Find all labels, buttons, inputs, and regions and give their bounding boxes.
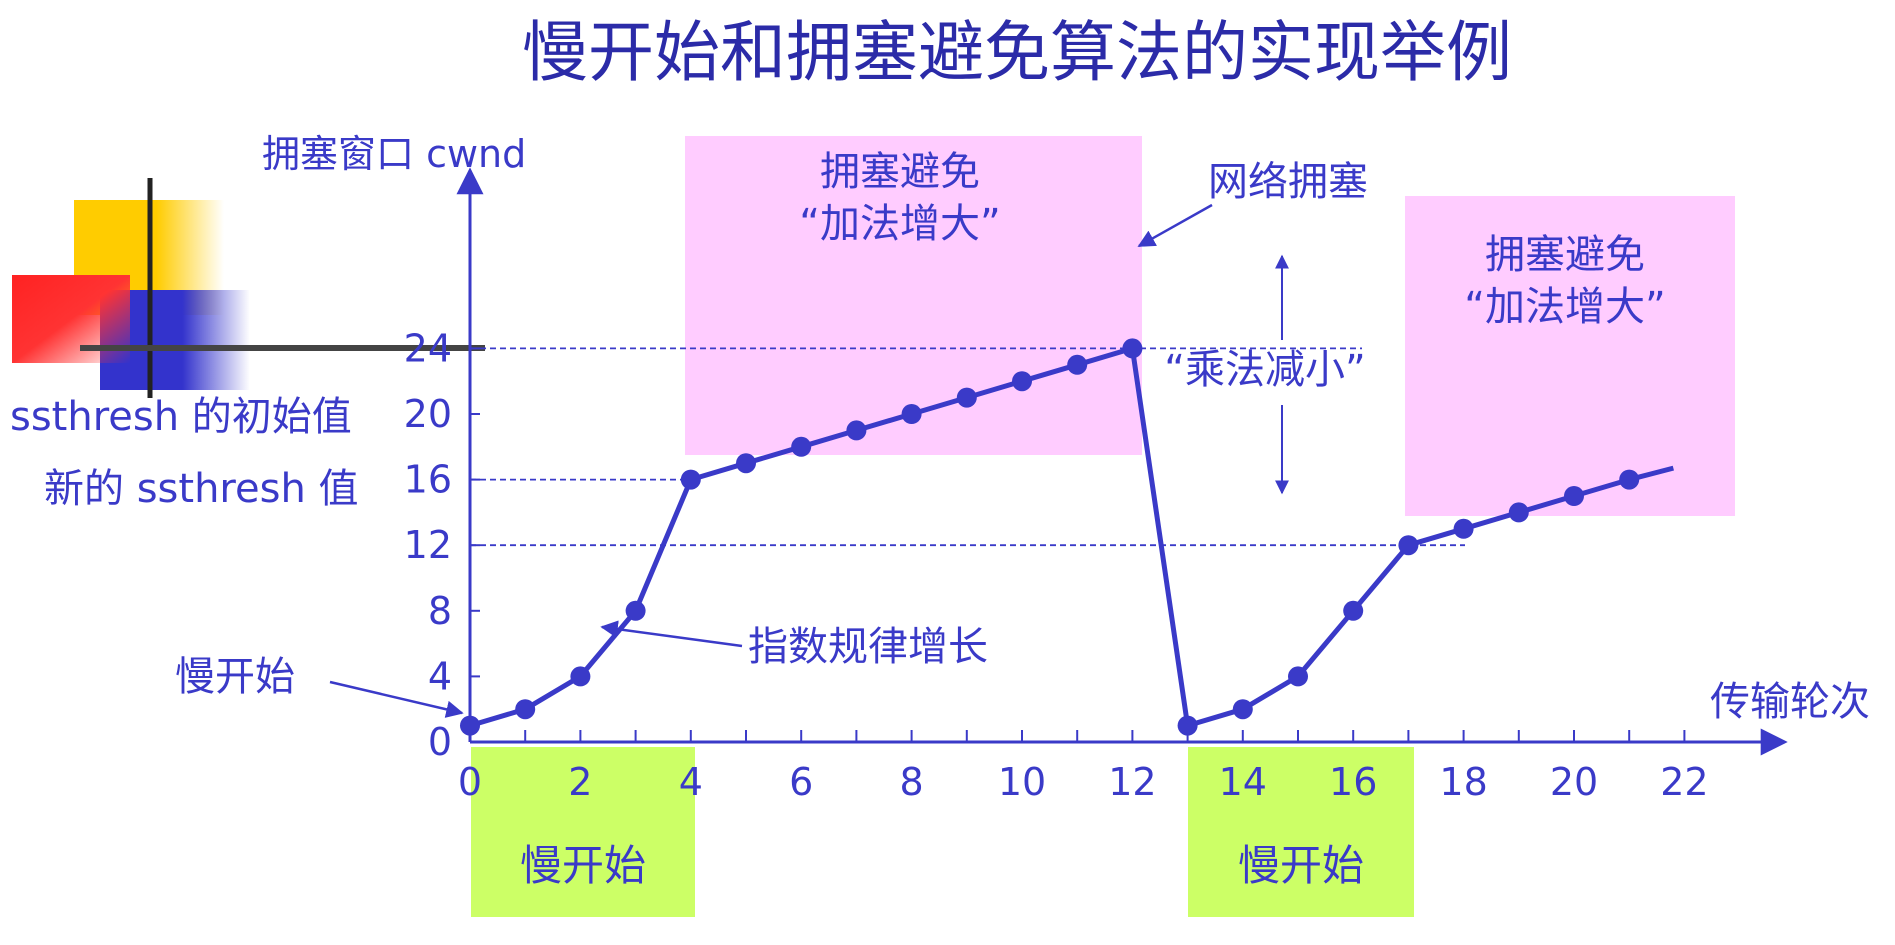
slide-title: 慢开始和拥塞避免算法的实现举例 xyxy=(522,14,1512,91)
x-tick-label-14: 14 xyxy=(1219,760,1267,804)
x-tick-label-8: 8 xyxy=(900,760,924,804)
data-point-10 xyxy=(1012,371,1032,392)
data-point-18 xyxy=(1453,518,1474,539)
region-label-4: 慢开始 xyxy=(1238,841,1364,890)
x-tick-label-16: 16 xyxy=(1329,760,1377,804)
region-label-2a: 拥塞避免 xyxy=(1485,232,1645,278)
region-label-1b: “加法增大” xyxy=(799,201,1000,247)
x-tick-label-4: 4 xyxy=(679,760,703,804)
x-tick-label-6: 6 xyxy=(789,760,813,804)
data-point-14 xyxy=(1232,699,1253,720)
data-point-9 xyxy=(956,387,977,408)
new-ssthresh-label: 新的 ssthresh 值 xyxy=(44,466,359,512)
slide: 慢开始和拥塞避免算法的实现举例 拥塞避免 “加法增大” 拥塞避免 “加法增大” … xyxy=(0,0,1895,941)
data-point-12 xyxy=(1122,338,1143,359)
x-tick-label-18: 18 xyxy=(1439,760,1487,804)
x-axis-label: 传输轮次 xyxy=(1710,679,1870,725)
y-tick-label-0: 0 xyxy=(428,720,452,764)
regions: 拥塞避免 “加法增大” 拥塞避免 “加法增大” 慢开始 慢开始 xyxy=(471,136,1735,917)
initial-ssthresh-label: ssthresh 的初始值 xyxy=(10,394,352,440)
region-label-1a: 拥塞避免 xyxy=(820,149,980,195)
region-label-3: 慢开始 xyxy=(520,841,646,890)
y-axis-label: 拥塞窗口 cwnd xyxy=(262,132,526,176)
exponential-arrow xyxy=(600,620,743,648)
region-label-2b: “加法增大” xyxy=(1464,284,1665,330)
data-point-6 xyxy=(791,436,812,457)
corner-decoration xyxy=(12,178,690,398)
y-tick-label-12: 12 xyxy=(404,523,452,567)
data-point-20 xyxy=(1564,486,1584,506)
multiplicative-annotation: “乘法减小” xyxy=(1164,347,1365,393)
data-point-17 xyxy=(1398,535,1419,556)
data-point-7 xyxy=(846,420,867,441)
data-point-4 xyxy=(680,469,701,490)
data-point-16 xyxy=(1343,600,1364,621)
x-tick-label-2: 2 xyxy=(568,760,592,804)
data-point-2 xyxy=(570,666,591,687)
y-tick-label-4: 4 xyxy=(428,654,452,698)
data-point-3 xyxy=(625,600,646,621)
data-point-0 xyxy=(460,715,480,736)
x-tick-label-20: 20 xyxy=(1550,760,1598,804)
x-tick-label-12: 12 xyxy=(1108,760,1156,804)
data-point-11 xyxy=(1067,354,1088,375)
data-point-19 xyxy=(1508,502,1529,523)
chart: 慢开始和拥塞避免算法的实现举例 拥塞避免 “加法增大” 拥塞避免 “加法增大” … xyxy=(10,14,1870,917)
data-point-15 xyxy=(1288,666,1308,687)
y-tick-label-20: 20 xyxy=(404,392,452,436)
data-point-1 xyxy=(515,699,536,720)
x-tick-label-10: 10 xyxy=(998,760,1046,804)
data-point-21 xyxy=(1619,469,1640,490)
data-point-5 xyxy=(736,453,756,474)
y-tick-label-8: 8 xyxy=(428,589,452,633)
congestion-arrow xyxy=(1137,203,1213,248)
data-point-13 xyxy=(1177,715,1198,736)
congestion-annotation: 网络拥塞 xyxy=(1208,159,1368,205)
x-tick-label-0: 0 xyxy=(458,760,482,804)
y-tick-label-24: 24 xyxy=(404,326,452,370)
x-tick-label-22: 22 xyxy=(1660,760,1708,804)
slow-start-annotation: 慢开始 xyxy=(175,654,295,700)
data-point-8 xyxy=(901,404,922,424)
exponential-annotation: 指数规律增长 xyxy=(748,624,988,670)
y-tick-label-16: 16 xyxy=(404,458,452,502)
